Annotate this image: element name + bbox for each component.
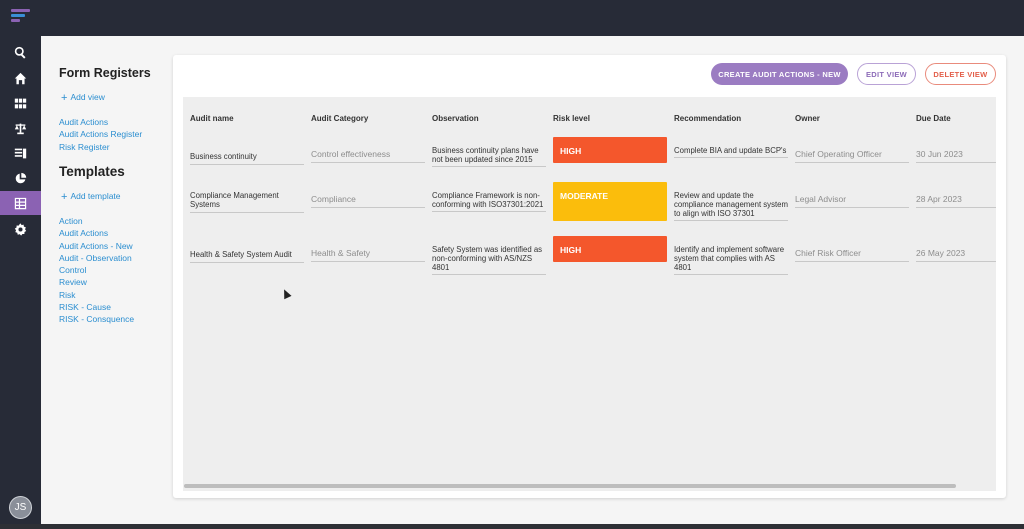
template-item[interactable]: Control (59, 264, 134, 276)
cell-due-date[interactable]: 28 Apr 2023 (916, 195, 996, 208)
horizontal-scrollbar[interactable] (184, 484, 956, 488)
grid-icon[interactable] (0, 91, 41, 115)
register-table: Audit name Audit Category Observation Ri… (183, 97, 996, 491)
column-header-observation[interactable]: Observation (432, 114, 479, 123)
edit-view-button[interactable]: EDIT VIEW (857, 63, 916, 85)
gear-icon[interactable] (0, 217, 41, 241)
template-item[interactable]: Audit Actions - New (59, 240, 134, 252)
risk-badge-high[interactable]: HIGH (553, 137, 667, 163)
cell-audit-name[interactable]: Compliance Management Systems (190, 191, 304, 213)
column-header-owner[interactable]: Owner (795, 114, 820, 123)
cell-owner[interactable]: Chief Operating Officer (795, 150, 909, 163)
risk-badge-moderate[interactable]: MODERATE (553, 182, 667, 221)
delete-view-button[interactable]: DELETE VIEW (925, 63, 996, 85)
add-template-link[interactable]: + Add template (61, 191, 121, 203)
register-list: Audit Actions Audit Actions Register Ris… (59, 116, 142, 153)
register-item[interactable]: Audit Actions Register (59, 128, 142, 140)
column-header-audit-name[interactable]: Audit name (190, 114, 234, 123)
cell-recommendation[interactable]: Identify and implement software system t… (674, 245, 788, 275)
risk-badge-high[interactable]: HIGH (553, 236, 667, 262)
cell-audit-category[interactable]: Compliance (311, 195, 425, 208)
views-panel: Form Registers + Add view Audit Actions A… (41, 36, 167, 524)
add-template-label: Add template (70, 191, 121, 201)
templates-title: Templates (59, 164, 125, 179)
add-view-link[interactable]: + Add view (61, 92, 105, 104)
list-icon[interactable] (0, 141, 41, 165)
column-header-due-date[interactable]: Due Date (916, 114, 951, 123)
template-list: Action Audit Actions Audit Actions - New… (59, 215, 134, 326)
search-icon[interactable] (0, 40, 41, 64)
cell-observation[interactable]: Safety System was identified as non-conf… (432, 245, 546, 275)
cell-observation[interactable]: Compliance Framework is non-conforming w… (432, 191, 546, 212)
form-registers-title: Form Registers (59, 66, 151, 80)
cell-due-date[interactable]: 26 May 2023 (916, 249, 996, 262)
plus-icon: + (61, 191, 68, 203)
template-item[interactable]: Audit Actions (59, 227, 134, 239)
create-audit-actions-button[interactable]: CREATE AUDIT ACTIONS - NEW (711, 63, 848, 85)
plus-icon: + (61, 92, 68, 104)
side-rail: JS (0, 0, 41, 529)
cell-due-date[interactable]: 30 Jun 2023 (916, 150, 996, 163)
cell-audit-category[interactable]: Health & Safety (311, 249, 425, 262)
table-icon[interactable] (0, 191, 41, 215)
user-avatar[interactable]: JS (9, 496, 32, 519)
template-item[interactable]: RISK - Consquence (59, 313, 134, 325)
cell-owner[interactable]: Legal Advisor (795, 195, 909, 208)
column-header-recommendation[interactable]: Recommendation (674, 114, 741, 123)
template-item[interactable]: Action (59, 215, 134, 227)
register-item[interactable]: Risk Register (59, 141, 142, 153)
scales-icon[interactable] (0, 116, 41, 140)
cell-owner[interactable]: Chief Risk Officer (795, 249, 909, 262)
cell-audit-category[interactable]: Control effectiveness (311, 150, 425, 163)
register-view-card: CREATE AUDIT ACTIONS - NEW EDIT VIEW DEL… (173, 55, 1006, 498)
column-header-audit-category[interactable]: Audit Category (311, 114, 368, 123)
template-item[interactable]: Review (59, 276, 134, 288)
cell-observation[interactable]: Business continuity plans have not been … (432, 146, 546, 167)
cell-recommendation[interactable]: Complete BIA and update BCP's (674, 146, 788, 158)
template-item[interactable]: Risk (59, 289, 134, 301)
cell-recommendation[interactable]: Review and update the compliance managem… (674, 191, 788, 221)
app-logo-icon[interactable] (11, 9, 31, 27)
home-icon[interactable] (0, 66, 41, 90)
cell-audit-name[interactable]: Health & Safety System Audit (190, 250, 304, 263)
column-header-risk-level[interactable]: Risk level (553, 114, 590, 123)
template-item[interactable]: Audit - Observation (59, 252, 134, 264)
bottom-strip (0, 524, 1024, 529)
pie-chart-icon[interactable] (0, 166, 41, 190)
register-item[interactable]: Audit Actions (59, 116, 142, 128)
add-view-label: Add view (70, 92, 105, 102)
cell-audit-name[interactable]: Business continuity (190, 152, 304, 165)
template-item[interactable]: RISK - Cause (59, 301, 134, 313)
top-bar (0, 0, 1024, 36)
